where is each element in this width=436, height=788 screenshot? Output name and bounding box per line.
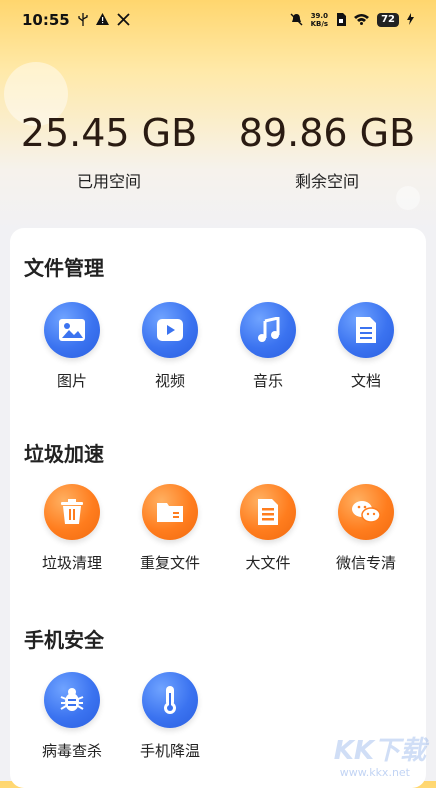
- used-space-value: 25.45 GB: [20, 111, 198, 155]
- large-file-icon: [240, 484, 296, 540]
- mute-bell-icon: [290, 13, 303, 28]
- tile-virus-scan[interactable]: 病毒查杀: [22, 672, 122, 761]
- network-speed-unit: KB/s: [310, 20, 329, 28]
- tile-music-label: 音乐: [252, 372, 283, 390]
- bug-icon: [44, 672, 100, 728]
- tile-wechat-clean[interactable]: 微信专清: [316, 484, 416, 573]
- tile-junk-clean-label: 垃圾清理: [41, 554, 102, 572]
- status-bar: 10:55 39.0 KB/s 72: [0, 0, 436, 40]
- music-icon: [240, 302, 296, 358]
- wifi-icon: [354, 13, 370, 27]
- tile-large-files-label: 大文件: [245, 554, 291, 572]
- watermark-url: www.kkx.net: [339, 766, 410, 779]
- video-icon: [142, 302, 198, 358]
- warning-icon: [95, 13, 109, 27]
- tile-duplicate-files-label: 重复文件: [139, 554, 200, 572]
- used-space-label: 已用空间: [76, 172, 141, 191]
- tools-card: 文件管理 图片 视频 音乐 文档 垃圾加速 垃圾清理 重复文件 大文件 微信专清…: [10, 228, 426, 788]
- status-bar-right: 39.0 KB/s 72: [290, 12, 414, 28]
- charging-icon: [407, 13, 414, 27]
- wechat-icon: [338, 484, 394, 540]
- tile-duplicate-files[interactable]: 重复文件: [120, 484, 220, 573]
- usb-icon: [78, 12, 88, 28]
- tile-cool-down[interactable]: 手机降温: [120, 672, 220, 761]
- tile-images[interactable]: 图片: [22, 302, 122, 391]
- free-space: 89.86 GB 剩余空间: [218, 110, 436, 192]
- section-title-files: 文件管理: [24, 256, 104, 280]
- free-space-label: 剩余空间: [294, 172, 359, 191]
- thermometer-icon: [142, 672, 198, 728]
- tile-large-files[interactable]: 大文件: [218, 484, 318, 573]
- status-bar-left: 10:55: [22, 11, 130, 29]
- tile-wechat-clean-label: 微信专清: [335, 554, 396, 572]
- network-speed: 39.0 KB/s: [311, 12, 328, 28]
- section-title-security: 手机安全: [24, 628, 104, 652]
- watermark-logo: KK下载: [333, 736, 426, 766]
- tile-junk-clean[interactable]: 垃圾清理: [22, 484, 122, 573]
- battery-level: 72: [377, 13, 399, 27]
- tile-images-label: 图片: [56, 372, 87, 390]
- document-icon: [338, 302, 394, 358]
- section-title-junk: 垃圾加速: [24, 442, 104, 466]
- tile-videos[interactable]: 视频: [120, 302, 220, 391]
- sim-icon: [336, 12, 347, 28]
- tools-icon: [117, 12, 130, 28]
- status-time: 10:55: [22, 11, 70, 29]
- free-space-value: 89.86 GB: [238, 111, 416, 155]
- image-icon: [44, 302, 100, 358]
- tile-documents[interactable]: 文档: [316, 302, 416, 391]
- tile-music[interactable]: 音乐: [218, 302, 318, 391]
- used-space: 25.45 GB 已用空间: [0, 110, 218, 192]
- network-speed-value: 39.0: [310, 12, 328, 20]
- trash-icon: [44, 484, 100, 540]
- folder-icon: [142, 484, 198, 540]
- storage-summary: 25.45 GB 已用空间 89.86 GB 剩余空间: [0, 110, 436, 192]
- tile-documents-label: 文档: [350, 372, 381, 390]
- tile-cool-down-label: 手机降温: [139, 742, 200, 760]
- tile-virus-scan-label: 病毒查杀: [41, 742, 102, 760]
- tile-videos-label: 视频: [154, 372, 185, 390]
